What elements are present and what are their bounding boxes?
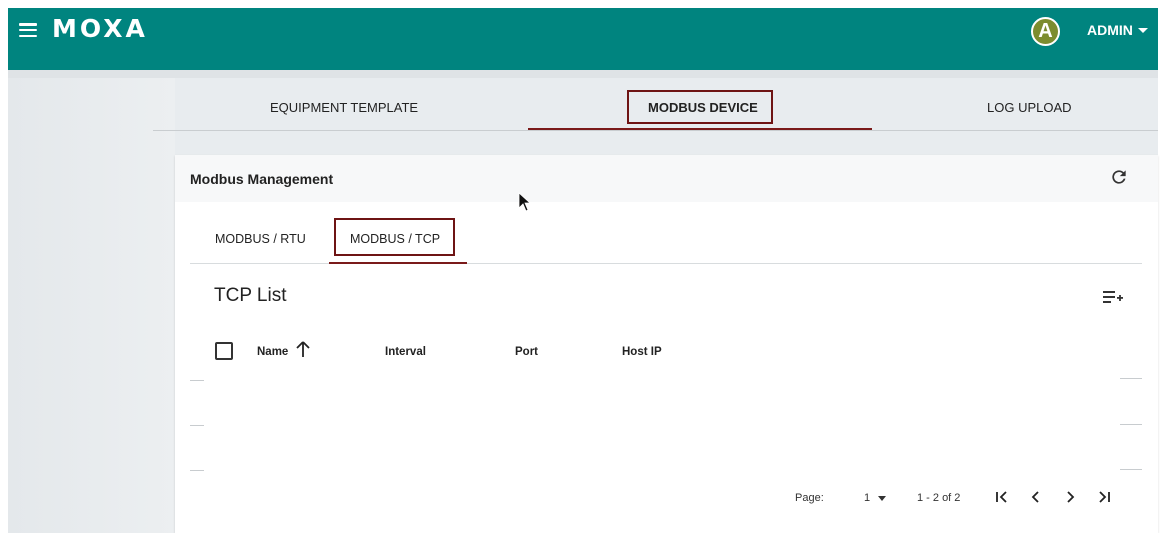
avatar[interactable]: A bbox=[1031, 17, 1060, 46]
mouse-cursor-icon bbox=[518, 192, 532, 212]
list-title: TCP List bbox=[214, 285, 287, 306]
tab-log-upload[interactable]: LOG UPLOAD bbox=[987, 100, 1072, 115]
hamburger-menu-icon[interactable] bbox=[19, 23, 37, 37]
modbus-management-card bbox=[175, 155, 1158, 533]
top-bar-shadow bbox=[8, 70, 1158, 78]
user-name: ADMIN bbox=[1087, 22, 1133, 38]
column-header-interval[interactable]: Interval bbox=[385, 346, 426, 358]
row-divider bbox=[190, 470, 204, 471]
row-divider bbox=[190, 380, 204, 381]
column-header-name[interactable]: Name bbox=[257, 346, 288, 358]
left-side-panel bbox=[8, 78, 175, 533]
page-range: 1 - 2 of 2 bbox=[917, 492, 961, 504]
chevron-left-icon[interactable] bbox=[1026, 487, 1046, 507]
row-divider bbox=[1120, 469, 1142, 470]
row-divider bbox=[1120, 378, 1142, 379]
row-divider bbox=[1120, 424, 1142, 425]
caret-down-icon bbox=[878, 495, 887, 501]
active-tab-indicator bbox=[528, 128, 872, 130]
row-divider bbox=[190, 425, 204, 426]
page-select-value: 1 bbox=[864, 492, 871, 504]
card-title: Modbus Management bbox=[190, 171, 334, 187]
highlight-box-modbus-device bbox=[627, 90, 773, 124]
first-page-icon[interactable] bbox=[992, 487, 1012, 507]
moxa-logo: MOXA bbox=[52, 14, 148, 43]
active-sub-tab-indicator bbox=[329, 262, 467, 264]
chevron-right-icon[interactable] bbox=[1060, 487, 1080, 507]
tab-modbus-rtu[interactable]: MODBUS / RTU bbox=[215, 232, 306, 246]
highlight-box-modbus-tcp bbox=[334, 218, 455, 256]
user-menu-button[interactable]: ADMIN bbox=[1087, 22, 1148, 38]
arrow-up-icon[interactable] bbox=[296, 340, 310, 358]
refresh-icon[interactable] bbox=[1109, 167, 1129, 187]
main-tabs-divider bbox=[153, 130, 1158, 131]
page-label: Page: bbox=[795, 492, 824, 504]
playlist-add-icon[interactable] bbox=[1102, 288, 1124, 306]
column-header-port[interactable]: Port bbox=[515, 346, 538, 358]
caret-down-icon bbox=[1137, 27, 1148, 33]
select-all-checkbox[interactable] bbox=[215, 342, 233, 360]
top-app-bar bbox=[8, 8, 1158, 70]
page-select[interactable]: 1 bbox=[864, 492, 887, 504]
column-header-host-ip[interactable]: Host IP bbox=[622, 346, 662, 358]
tab-equipment-template[interactable]: EQUIPMENT TEMPLATE bbox=[270, 100, 418, 115]
last-page-icon[interactable] bbox=[1094, 487, 1114, 507]
